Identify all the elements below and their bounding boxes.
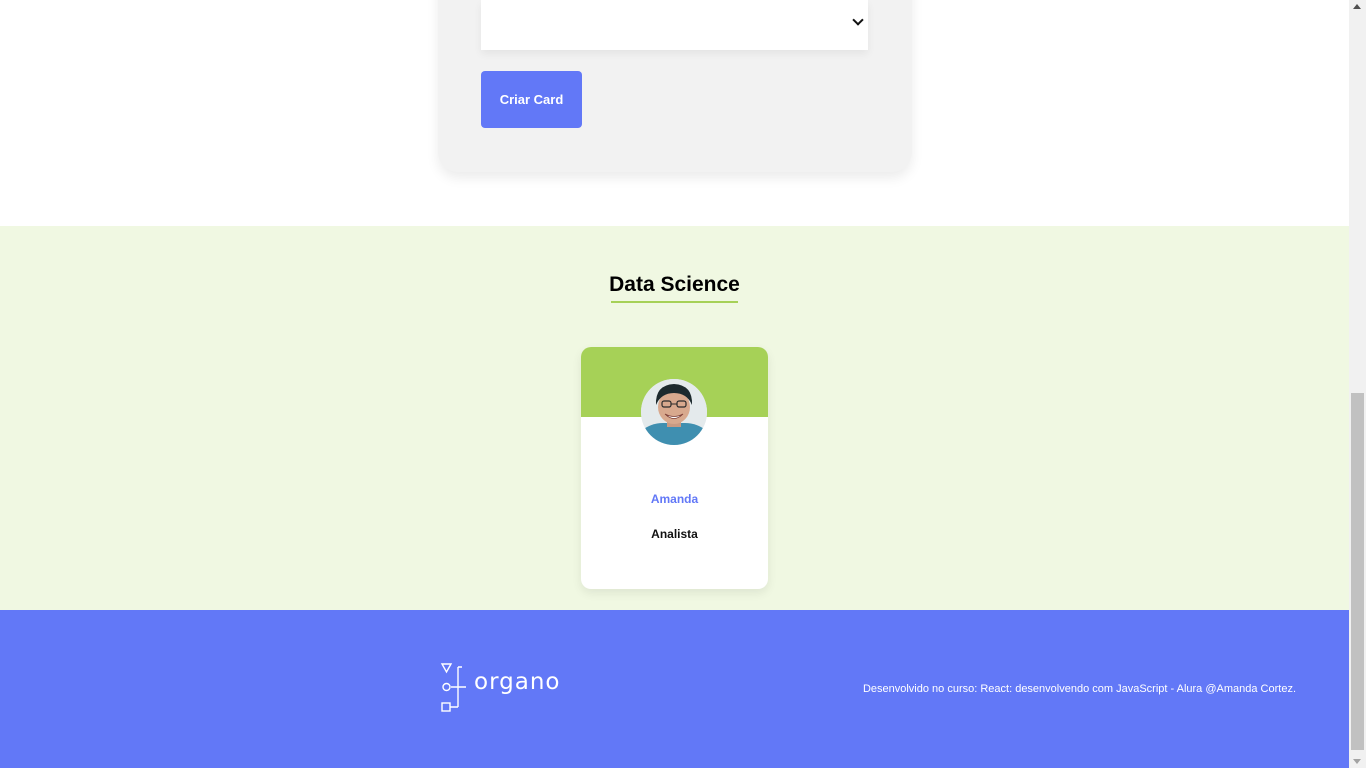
page: Criar Card Data Science Amanda Analista … xyxy=(0,0,1366,768)
member-role: Analista xyxy=(651,527,698,541)
form-section: Criar Card xyxy=(0,0,1349,226)
member-card: Amanda Analista xyxy=(581,347,768,589)
organo-logo: organo xyxy=(440,663,570,713)
scroll-down-arrow-icon[interactable] xyxy=(1353,759,1361,764)
team-title-underline xyxy=(611,301,738,303)
team-title: Data Science xyxy=(609,273,740,296)
scroll-up-arrow-icon[interactable] xyxy=(1353,4,1361,9)
member-name: Amanda xyxy=(650,492,699,506)
logo-text: organo xyxy=(474,669,561,695)
scrollbar-thumb[interactable] xyxy=(1351,393,1364,750)
team-select[interactable] xyxy=(481,0,868,50)
organo-logo-icon xyxy=(440,663,466,712)
scrollbar[interactable] xyxy=(1349,0,1366,768)
footer-credit: Desenvolvido no curso: React: desenvolve… xyxy=(862,683,1296,695)
chevron-down-icon[interactable] xyxy=(852,14,864,26)
footer: organo Desenvolvido no curso: React: des… xyxy=(0,610,1349,768)
avatar xyxy=(641,379,707,445)
team-section: Data Science Amanda Analista xyxy=(0,226,1349,610)
create-card-button[interactable]: Criar Card xyxy=(481,71,582,128)
